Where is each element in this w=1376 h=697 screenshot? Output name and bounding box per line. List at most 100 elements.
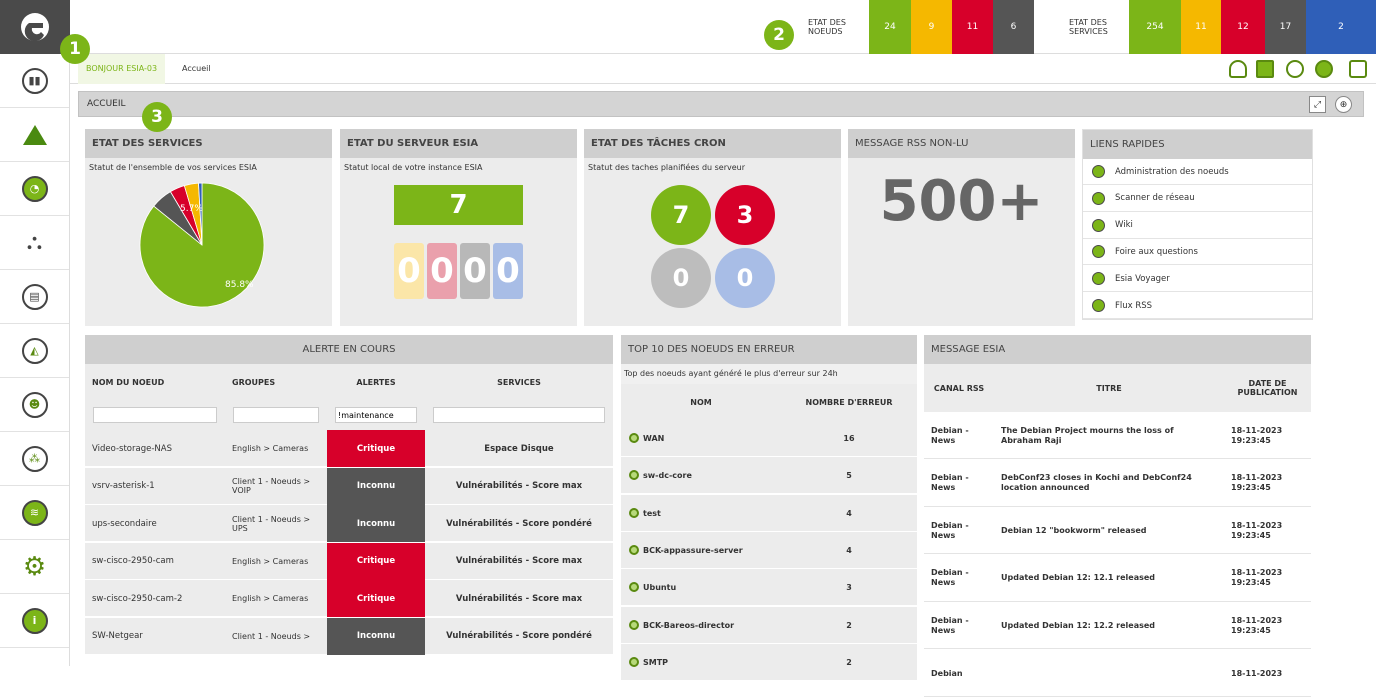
- search-icon[interactable]: [629, 433, 639, 443]
- server-state-count[interactable]: 0: [493, 243, 523, 299]
- column-header[interactable]: NOM DU NOEUD: [92, 364, 218, 400]
- quick-link[interactable]: Foire aux questions: [1083, 239, 1312, 266]
- table-row[interactable]: Debian - News Updated Debian 12: 12.1 rel…: [924, 554, 1311, 602]
- search-icon[interactable]: [629, 656, 639, 667]
- cron-count[interactable]: 0: [651, 248, 711, 308]
- table-row[interactable]: vsrv-asterisk-1 Client 1 - Noeuds > VOIP I…: [85, 467, 613, 505]
- quick-link[interactable]: Scanner de réseau: [1083, 186, 1312, 212]
- cron-count[interactable]: 7: [651, 185, 711, 245]
- fullscreen-icon[interactable]: ⤢: [1309, 96, 1326, 113]
- quick-link[interactable]: Wiki: [1083, 213, 1312, 239]
- service-status-count[interactable]: 11: [1181, 0, 1221, 54]
- table-row[interactable]: Ubuntu 3: [621, 569, 917, 607]
- column-header[interactable]: NOMBRE D'ERREUR: [781, 384, 917, 420]
- alerts-header-row: NOM DU NOEUD GROUPES ALERTES SERVICES: [85, 364, 613, 400]
- column-header[interactable]: GROUPES: [232, 364, 320, 400]
- node-name[interactable]: sw-dc-core: [643, 457, 783, 494]
- table-row[interactable]: BCK-Bareos-director 2: [621, 606, 917, 644]
- quick-link[interactable]: Esia Voyager: [1083, 266, 1312, 293]
- sidebar-item-history[interactable]: ◔: [0, 162, 69, 216]
- table-row[interactable]: WAN 16: [621, 420, 917, 457]
- server-state-count[interactable]: 0: [394, 243, 424, 299]
- table-row[interactable]: ups-secondaire Client 1 - Noeuds > UPS Inc…: [85, 505, 613, 542]
- node-name[interactable]: WAN: [643, 420, 783, 457]
- rss-icon[interactable]: [1256, 60, 1274, 78]
- search-icon[interactable]: [629, 470, 639, 481]
- sidebar-item-documents[interactable]: ▤: [0, 270, 69, 324]
- sidebar-item-scanner[interactable]: ◭: [0, 324, 69, 378]
- service-status-count[interactable]: 17: [1265, 0, 1306, 54]
- sidebar: ▮▮ ◔ ⛬ ▤ ◭ ☻ ⁂ ≋ ⚙ i: [0, 0, 70, 666]
- sidebar-item-info[interactable]: i: [0, 594, 69, 648]
- quick-link[interactable]: Flux RSS: [1083, 293, 1312, 319]
- add-widget-icon[interactable]: ⊕: [1335, 96, 1352, 113]
- table-row[interactable]: Debian - News DebConf23 closes in Kochi a…: [924, 459, 1311, 507]
- table-row[interactable]: SMTP 2: [621, 643, 917, 681]
- table-row[interactable]: sw-cisco-2950-cam-2 English > Cameras Crit…: [85, 580, 613, 617]
- help-icon[interactable]: [1315, 60, 1333, 78]
- history-icon: ◔: [21, 175, 48, 202]
- column-header[interactable]: TITRE: [994, 364, 1224, 412]
- filter-input[interactable]: [335, 407, 417, 423]
- sidebar-item-dashboard[interactable]: ▮▮: [0, 54, 69, 108]
- breadcrumb-home[interactable]: Accueil: [182, 54, 211, 84]
- table-row[interactable]: SW-Netgear Client 1 - Noeuds > Inconnu Vuln…: [85, 617, 613, 655]
- table-row[interactable]: Debian 18-11-2023: [924, 650, 1311, 697]
- search-icon[interactable]: [629, 582, 639, 593]
- server-state-count[interactable]: 0: [427, 243, 457, 299]
- node-name[interactable]: Ubuntu: [643, 569, 783, 606]
- search-icon[interactable]: [629, 544, 639, 555]
- column-header[interactable]: DATE DE PUBLICATION: [1224, 364, 1311, 412]
- service-status-count[interactable]: 2: [1306, 0, 1376, 54]
- table-row[interactable]: Video-storage-NAS English > Cameras Critiq…: [85, 430, 613, 467]
- table-row[interactable]: test 4: [621, 494, 917, 532]
- table-row[interactable]: Debian - News Updated Debian 12: 12.2 rel…: [924, 602, 1311, 650]
- logo-icon: [21, 13, 49, 42]
- node-status-count[interactable]: 11: [952, 0, 993, 54]
- node-name[interactable]: test: [643, 495, 783, 532]
- search-icon[interactable]: [629, 619, 639, 630]
- table-row[interactable]: Debian - News The Debian Project mourns t…: [924, 412, 1311, 459]
- column-header[interactable]: NOM: [621, 384, 781, 420]
- search-icon[interactable]: [629, 507, 639, 518]
- service-status-count[interactable]: 12: [1221, 0, 1265, 54]
- service-status-count[interactable]: 254: [1129, 0, 1181, 54]
- search-icon[interactable]: [1286, 60, 1304, 78]
- filter-input[interactable]: [433, 407, 605, 423]
- cron-count[interactable]: 3: [715, 185, 775, 245]
- user-icon[interactable]: [1229, 60, 1247, 78]
- table-cell: The Debian Project mourns the loss of Ab…: [1001, 425, 1174, 445]
- sidebar-item-groups[interactable]: ⁂: [0, 432, 69, 486]
- table-row[interactable]: sw-dc-core 5: [621, 457, 917, 495]
- sidebar-item-layers[interactable]: ≋: [0, 486, 69, 540]
- nodes-status-label: ETAT DES NOEUDS: [808, 18, 846, 36]
- node-status-count[interactable]: 9: [911, 0, 952, 54]
- node-name[interactable]: BCK-Bareos-director: [643, 607, 783, 644]
- table-row[interactable]: Debian - News Debian 12 "bookworm" releas…: [924, 507, 1311, 555]
- quick-link[interactable]: Administration des noeuds: [1083, 159, 1312, 185]
- sidebar-item-settings[interactable]: ⚙: [0, 540, 69, 594]
- cron-count[interactable]: 0: [715, 248, 775, 308]
- node-status-count[interactable]: 6: [993, 0, 1034, 54]
- greeting-link[interactable]: BONJOUR ESIA-03: [78, 54, 166, 84]
- filter-input[interactable]: [233, 407, 319, 423]
- node-name[interactable]: SMTP: [643, 644, 783, 681]
- table-row[interactable]: sw-cisco-2950-cam English > Cameras Critiq…: [85, 542, 613, 580]
- server-ok-count[interactable]: 7: [394, 185, 523, 225]
- table-row[interactable]: BCK-appassure-server 4: [621, 531, 917, 569]
- node-status-count[interactable]: 24: [869, 0, 911, 54]
- page-header: ACCUEIL ⤢ ⊕: [78, 91, 1364, 117]
- server-state-count[interactable]: 0: [460, 243, 490, 299]
- column-header[interactable]: CANAL RSS: [924, 364, 994, 412]
- rss-unread-count[interactable]: 500+: [848, 169, 1075, 234]
- column-header[interactable]: SERVICES: [432, 364, 606, 400]
- sidebar-item-share[interactable]: ⛬: [0, 216, 69, 270]
- gear-icon: ⚙: [22, 551, 47, 582]
- table-cell: Critique: [327, 430, 425, 467]
- filter-input[interactable]: [93, 407, 217, 423]
- column-header[interactable]: ALERTES: [334, 364, 418, 400]
- sidebar-item-users[interactable]: ☻: [0, 378, 69, 432]
- lock-icon[interactable]: [1349, 60, 1367, 78]
- sidebar-item-alerts[interactable]: [0, 108, 69, 162]
- node-name[interactable]: BCK-appassure-server: [643, 532, 783, 569]
